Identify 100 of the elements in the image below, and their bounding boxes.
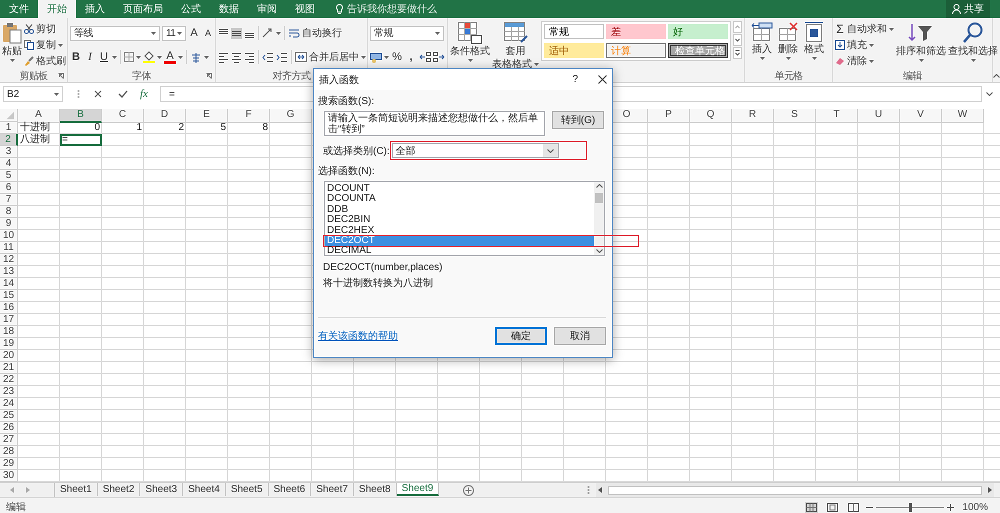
column-header[interactable]: P — [648, 109, 690, 123]
help-link[interactable]: 有关该函数的帮助 — [318, 328, 398, 342]
format-as-table-button[interactable]: 套用 表格格式 — [492, 21, 539, 69]
slider-thumb[interactable] — [909, 502, 912, 512]
row-header[interactable]: 25 — [0, 410, 18, 422]
cell-style[interactable]: 差 — [606, 24, 666, 39]
caret-icon[interactable] — [112, 56, 117, 58]
ribbon-tab[interactable]: 插入 — [76, 0, 114, 18]
page-layout-icon[interactable] — [826, 502, 840, 512]
borders-icon[interactable] — [124, 52, 134, 62]
dialog-button[interactable]: 取消 — [554, 326, 606, 344]
ribbon-tab[interactable]: 文件 — [0, 0, 38, 18]
row-header[interactable]: 6 — [0, 182, 18, 194]
sheet-tab[interactable]: Sheet6 — [268, 483, 312, 496]
normal-view-icon[interactable] — [805, 502, 818, 512]
align-right-icon[interactable] — [244, 52, 255, 62]
scroll-right-icon[interactable] — [988, 487, 992, 493]
scroll-thumb[interactable] — [608, 486, 982, 494]
row-header[interactable]: 28 — [0, 446, 18, 458]
wrap-text-button[interactable]: 自动换行 — [288, 26, 342, 40]
row-header[interactable]: 16 — [0, 302, 18, 314]
phonetic-guide-icon[interactable] — [190, 52, 202, 62]
cut-button[interactable]: 剪切 — [24, 22, 66, 36]
zoom-in-icon[interactable] — [947, 504, 954, 510]
scroll-left-icon[interactable] — [598, 487, 602, 493]
row-header[interactable]: 12 — [0, 254, 18, 266]
merge-center-button[interactable]: 合并后居中 — [295, 50, 366, 64]
row-header[interactable]: 19 — [0, 338, 18, 350]
column-header[interactable]: T — [816, 109, 858, 123]
scroll-thumb[interactable] — [595, 193, 603, 203]
list-item[interactable]: DEC2BIN — [327, 214, 370, 226]
fill-button[interactable]: 填充 — [835, 38, 894, 52]
collapse-ribbon-icon[interactable] — [993, 74, 1000, 78]
row-header[interactable]: 29 — [0, 458, 18, 470]
row-header[interactable]: 21 — [0, 362, 18, 374]
font-size-combo[interactable]: 11 — [162, 26, 186, 40]
row-header[interactable]: 20 — [0, 350, 18, 362]
column-header[interactable]: U — [858, 109, 900, 123]
row-header[interactable]: 23 — [0, 386, 18, 398]
list-item[interactable]: DECIMAL — [327, 245, 372, 256]
row-header[interactable]: 22 — [0, 374, 18, 386]
column-header[interactable]: V — [900, 109, 942, 123]
row-header[interactable]: 2 — [0, 134, 18, 146]
cell-style[interactable]: 常规 — [544, 24, 604, 39]
paste-button[interactable]: 粘贴 — [2, 21, 22, 69]
list-item[interactable]: DCOUNTA — [327, 193, 376, 204]
help-button[interactable]: ? — [572, 74, 578, 85]
cancel-icon[interactable] — [94, 90, 102, 98]
row-header[interactable]: 8 — [0, 206, 18, 218]
column-header[interactable]: R — [732, 109, 774, 123]
row-header[interactable]: 1 — [0, 122, 18, 134]
category-select[interactable]: 全部 — [392, 143, 559, 158]
column-header[interactable]: B — [60, 109, 102, 123]
sheet-tab[interactable]: Sheet7 — [311, 483, 354, 496]
dialog-launcher-icon[interactable] — [58, 73, 64, 79]
column-header[interactable]: C — [102, 109, 144, 123]
scroll-down-icon[interactable] — [596, 249, 602, 253]
shrink-font-button[interactable]: A — [202, 28, 214, 38]
scroll-up-icon[interactable] — [596, 184, 602, 188]
decrease-indent-icon[interactable] — [262, 52, 274, 62]
align-center-icon[interactable] — [231, 52, 242, 62]
conditional-formatting-button[interactable]: 条件格式 — [450, 21, 490, 69]
caret-icon[interactable] — [384, 56, 389, 58]
caret-icon[interactable] — [136, 56, 141, 58]
list-item[interactable]: DEC2HEX — [327, 224, 374, 236]
underline-button[interactable]: U — [98, 51, 110, 63]
caret-icon[interactable] — [276, 32, 281, 34]
column-header[interactable]: G — [270, 109, 312, 123]
row-header[interactable]: 24 — [0, 398, 18, 410]
close-icon[interactable] — [598, 75, 607, 84]
name-box[interactable]: B2 — [3, 86, 63, 102]
cell-style[interactable]: 适中 — [544, 43, 604, 58]
ribbon-tab[interactable]: 公式 — [172, 0, 210, 18]
caret-icon[interactable] — [178, 56, 183, 58]
row-header[interactable]: 13 — [0, 266, 18, 278]
row-header[interactable]: 11 — [0, 242, 18, 254]
row-header[interactable]: 5 — [0, 170, 18, 182]
clear-button[interactable]: 清除 — [835, 54, 894, 68]
italic-button[interactable]: I — [84, 51, 96, 63]
comma-style-button[interactable]: , — [405, 51, 417, 63]
column-header[interactable]: F — [228, 109, 270, 123]
font-color-button[interactable]: A — [164, 50, 176, 64]
row-header[interactable]: 9 — [0, 218, 18, 230]
sheet-tab[interactable]: Sheet1 — [55, 483, 98, 496]
page-break-icon[interactable] — [847, 502, 860, 512]
row-header[interactable]: 4 — [0, 158, 18, 170]
go-button[interactable]: 转到(G) — [552, 111, 604, 129]
sheet-tab[interactable]: Sheet5 — [226, 483, 269, 496]
list-item[interactable]: DCOUNT — [327, 183, 370, 194]
row-header[interactable]: 3 — [0, 146, 18, 158]
grow-font-button[interactable]: A — [188, 27, 200, 39]
column-header[interactable]: E — [186, 109, 228, 123]
row-header[interactable]: 14 — [0, 278, 18, 290]
expand-icon[interactable] — [986, 92, 993, 96]
sheet-tab[interactable]: Sheet9 — [396, 483, 440, 496]
font-name-combo[interactable]: 等线 — [70, 26, 160, 40]
increase-decimal-icon[interactable] — [419, 52, 431, 62]
ribbon-tab[interactable]: 数据 — [210, 0, 248, 18]
format-painter-button[interactable]: 格式刷 — [24, 54, 66, 68]
more-styles-icon[interactable] — [733, 47, 742, 59]
